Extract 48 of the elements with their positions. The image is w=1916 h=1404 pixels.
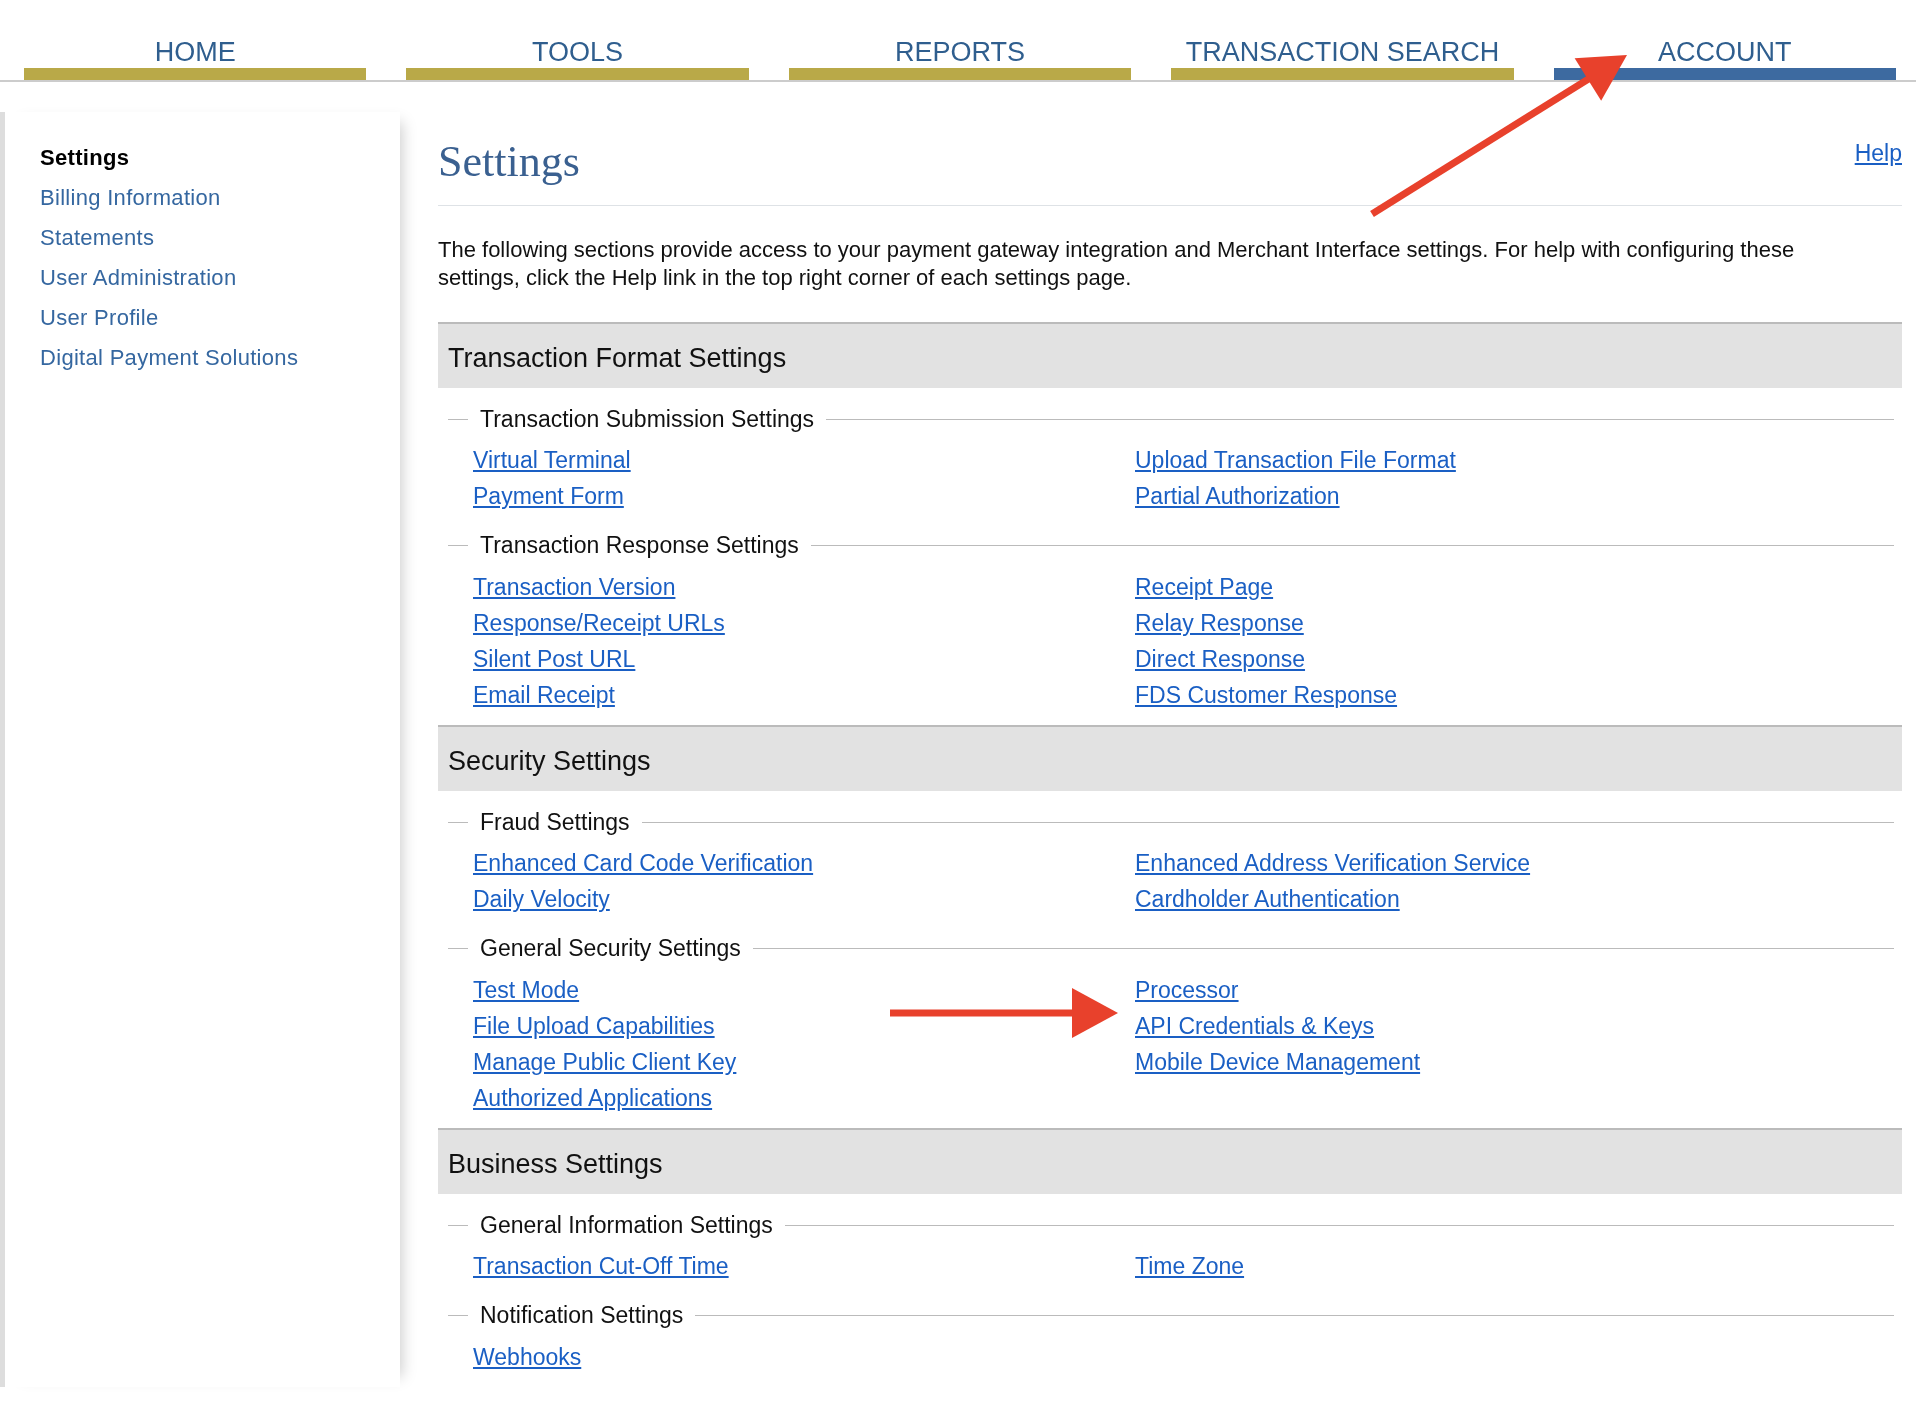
- settings-link[interactable]: Partial Authorization: [1135, 478, 1340, 515]
- settings-link[interactable]: Transaction Version: [473, 568, 676, 605]
- settings-link[interactable]: File Upload Capabilities: [473, 1007, 715, 1044]
- sidebar-item[interactable]: Settings: [40, 138, 400, 178]
- sidebar-item[interactable]: User Profile: [40, 298, 400, 338]
- settings-link[interactable]: Payment Form: [473, 478, 624, 515]
- intro-text: The following sections provide access to your payment gateway integration and Merchant Interface settings. For help with configuring these settings, click the Help link in the top right corner of each settings page.: [438, 235, 1796, 292]
- settings-link[interactable]: Processor: [1135, 971, 1239, 1008]
- page-title: Settings: [438, 136, 580, 188]
- group-heading: Notification Settings: [480, 1301, 684, 1331]
- settings-link[interactable]: Transaction Cut-Off Time: [473, 1248, 729, 1285]
- nav-tab[interactable]: HOME: [24, 8, 367, 80]
- settings-link[interactable]: Email Receipt: [473, 676, 615, 713]
- section-header: Transaction Format Settings: [438, 321, 1902, 388]
- settings-link[interactable]: Time Zone: [1135, 1248, 1245, 1285]
- group-heading: General Information Settings: [480, 1210, 773, 1240]
- group-heading: Transaction Submission Settings: [480, 404, 815, 434]
- nav-tab[interactable]: TRANSACTION SEARCH: [1171, 8, 1514, 80]
- group-heading: Fraud Settings: [480, 807, 630, 837]
- help-link[interactable]: Help: [1854, 136, 1902, 171]
- settings-link[interactable]: Relay Response: [1135, 604, 1304, 641]
- settings-link[interactable]: API Credentials & Keys: [1135, 1007, 1375, 1044]
- settings-link[interactable]: Manage Public Client Key: [473, 1043, 737, 1080]
- settings-link[interactable]: Receipt Page: [1135, 568, 1274, 605]
- sidebar-item[interactable]: Digital Payment Solutions: [40, 338, 400, 378]
- settings-link[interactable]: Silent Post URL: [473, 640, 636, 677]
- settings-link[interactable]: Daily Velocity: [473, 881, 610, 918]
- nav-tab[interactable]: REPORTS: [788, 8, 1132, 80]
- settings-link[interactable]: FDS Customer Response: [1135, 676, 1398, 713]
- sidebar-item[interactable]: Billing Information: [40, 178, 400, 218]
- settings-link[interactable]: Enhanced Address Verification Service: [1135, 845, 1531, 882]
- settings-link[interactable]: Authorized Applications: [473, 1079, 713, 1116]
- settings-link[interactable]: Upload Transaction File Format: [1135, 442, 1456, 479]
- settings-link[interactable]: Virtual Terminal: [473, 442, 631, 479]
- settings-link[interactable]: Webhooks: [473, 1338, 582, 1375]
- settings-link[interactable]: Test Mode: [473, 971, 580, 1008]
- sidebar-item[interactable]: User Administration: [40, 258, 400, 298]
- sidebar-item[interactable]: Statements: [40, 218, 400, 258]
- group-heading: General Security Settings: [480, 934, 741, 964]
- section-header: Business Settings: [438, 1127, 1902, 1194]
- settings-link[interactable]: Direct Response: [1135, 640, 1306, 677]
- settings-link[interactable]: Cardholder Authentication: [1135, 881, 1400, 918]
- settings-link[interactable]: Enhanced Card Code Verification: [473, 845, 814, 882]
- section-header: Security Settings: [438, 724, 1902, 791]
- group-heading: Transaction Response Settings: [480, 531, 799, 561]
- settings-link[interactable]: Mobile Device Management: [1135, 1043, 1421, 1080]
- nav-tab[interactable]: TOOLS: [406, 8, 749, 80]
- settings-link[interactable]: Response/Receipt URLs: [473, 604, 725, 641]
